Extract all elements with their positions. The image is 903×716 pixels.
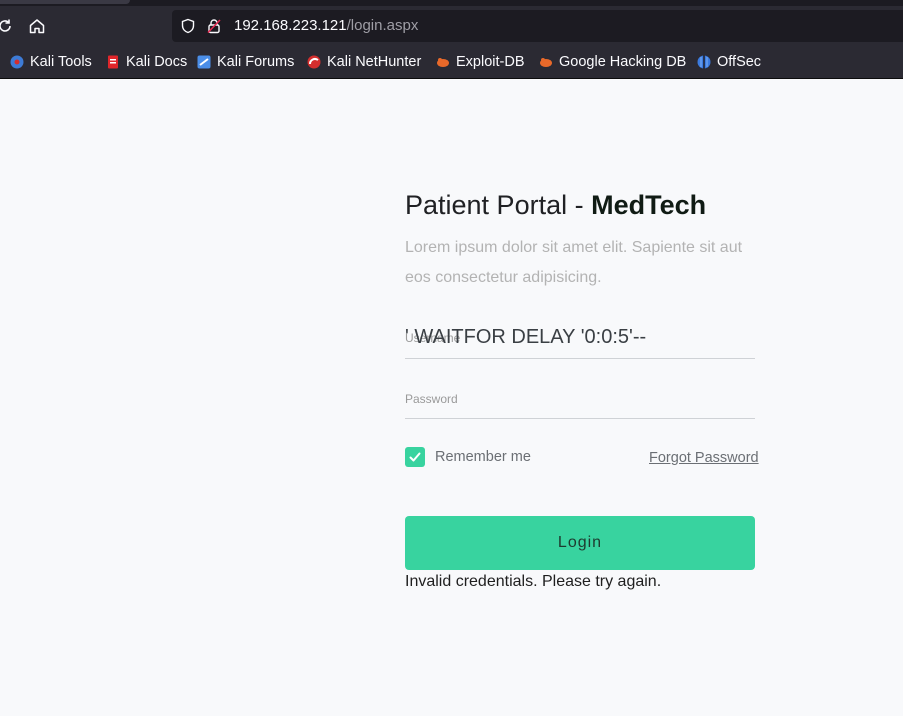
- login-button[interactable]: Login: [405, 516, 755, 570]
- url-host: 192.168.223.121: [234, 17, 347, 34]
- active-tab-edge[interactable]: [0, 0, 130, 4]
- username-field[interactable]: Username ' WAITFOR DELAY '0:0:5'--: [405, 320, 755, 359]
- bookmark-kali-tools[interactable]: Kali Tools: [10, 52, 92, 72]
- remember-label: Remember me: [435, 449, 531, 465]
- bookmark-label: Kali Tools: [30, 54, 92, 70]
- page-title: Patient Portal - MedTech: [405, 190, 706, 221]
- insecure-lock-icon[interactable]: [206, 18, 222, 34]
- bookmark-label: Kali NetHunter: [327, 54, 422, 70]
- url-bar[interactable]: 192.168.223.121/login.aspx: [172, 10, 903, 42]
- url-text[interactable]: 192.168.223.121/login.aspx: [234, 17, 418, 34]
- reload-icon[interactable]: [0, 15, 16, 37]
- kali-nethunter-icon: [307, 55, 321, 69]
- checkmark-icon: [409, 452, 421, 462]
- url-path: /login.aspx: [346, 17, 419, 34]
- bookmark-label: OffSec: [717, 54, 762, 70]
- bookmark-kali-forums[interactable]: Kali Forums: [197, 52, 294, 72]
- bookmarks-bar: Kali Tools Kali Docs Kali Forums Kali Ne…: [0, 46, 903, 79]
- home-icon[interactable]: [26, 15, 48, 37]
- remember-checkbox[interactable]: [405, 447, 425, 467]
- username-input[interactable]: ' WAITFOR DELAY '0:0:5'--: [405, 326, 646, 349]
- error-message: Invalid credentials. Please try again.: [405, 573, 662, 590]
- bookmark-label: Kali Docs: [126, 54, 188, 70]
- remember-me[interactable]: Remember me: [405, 447, 531, 467]
- browser-toolbar: 192.168.223.121/login.aspx: [0, 6, 903, 46]
- shield-icon[interactable]: [180, 18, 196, 34]
- password-field[interactable]: Password: [405, 384, 755, 419]
- brand-name: MedTech: [591, 190, 707, 220]
- bookmark-label: Exploit-DB: [456, 54, 525, 70]
- title-prefix: Patient Portal -: [405, 190, 592, 220]
- bookmark-ghdb[interactable]: Google Hacking DB: [539, 52, 686, 72]
- exploit-db-icon: [436, 55, 450, 69]
- page-description: Lorem ipsum dolor sit amet elit. Sapient…: [405, 239, 743, 286]
- ghdb-icon: [539, 55, 553, 69]
- bookmark-exploit-db[interactable]: Exploit-DB: [436, 52, 525, 72]
- kali-forums-icon: [197, 55, 211, 69]
- bookmark-offsec[interactable]: OffSec: [697, 52, 761, 72]
- offsec-icon: [697, 55, 711, 69]
- bookmark-kali-docs[interactable]: Kali Docs: [106, 52, 187, 72]
- forgot-password-link[interactable]: Forgot Password: [649, 450, 759, 466]
- bookmark-label: Kali Forums: [217, 54, 295, 70]
- kali-docs-icon: [106, 55, 120, 69]
- kali-tools-icon: [10, 55, 24, 69]
- password-label: Password: [405, 392, 458, 406]
- bookmark-label: Google Hacking DB: [559, 54, 687, 70]
- bookmark-kali-nethunter[interactable]: Kali NetHunter: [307, 52, 421, 72]
